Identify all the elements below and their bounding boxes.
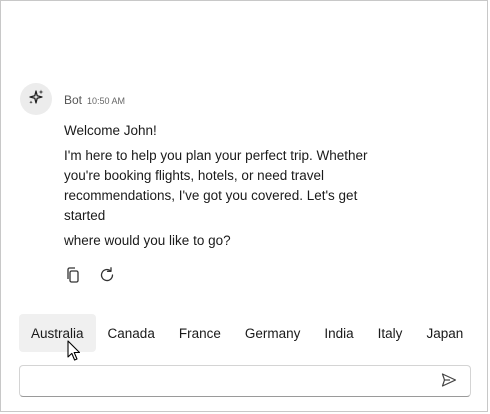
suggestion-germany[interactable]: Germany [233, 314, 313, 352]
copy-icon [64, 266, 82, 289]
chat-panel: Bot 10:50 AM Welcome John! I'm here to h… [0, 0, 488, 412]
send-icon [441, 372, 457, 393]
suggestion-japan[interactable]: Japan [414, 314, 475, 352]
message-composer [19, 365, 471, 397]
copy-button[interactable] [61, 265, 85, 289]
suggestion-france[interactable]: France [167, 314, 233, 352]
suggestion-chips: Australia Canada France Germany India It… [19, 314, 475, 352]
sender-name: Bot [64, 93, 83, 107]
message-input[interactable] [28, 370, 432, 394]
bot-avatar [20, 83, 52, 115]
question-text: where would you like to go? [64, 233, 231, 248]
suggestion-italy[interactable]: Italy [366, 314, 415, 352]
message-actions [61, 265, 119, 289]
sparkle-icon [27, 88, 45, 111]
send-button[interactable] [440, 372, 458, 393]
message-header: Bot 10:50 AM [64, 93, 125, 107]
suggestion-australia[interactable]: Australia [19, 314, 96, 352]
message-body: I'm here to help you plan your perfect t… [64, 148, 368, 223]
regenerate-button[interactable] [95, 265, 119, 289]
refresh-icon [98, 266, 116, 289]
message-timestamp: 10:50 AM [87, 96, 126, 106]
suggestion-india[interactable]: India [312, 314, 365, 352]
welcome-text: Welcome John! [64, 123, 157, 138]
suggestion-canada[interactable]: Canada [96, 314, 167, 352]
